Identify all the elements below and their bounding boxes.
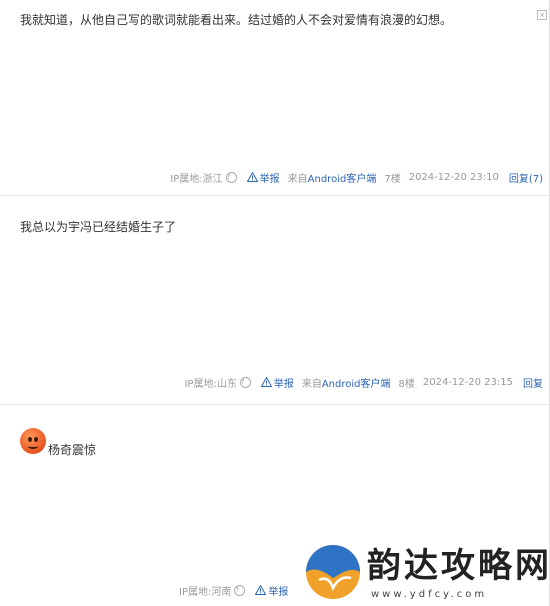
post-meta: IP属地:浙江 ? 举报 来自 Android客户端 7楼 2024-12-20 … (170, 168, 543, 186)
client-link[interactable]: Android客户端 (322, 375, 391, 390)
post-floor-7: 我就知道，从他自己写的歌词就能看出来。结过婚的人不会对爱情有浪漫的幻想。 IP属… (0, 0, 550, 195)
ip-location: IP属地:河南 (179, 586, 232, 598)
report-link[interactable]: 举报 (274, 375, 294, 390)
post-meta: IP属地:山东 ? 举报 来自 Android客户端 8楼 2024-12-20 … (184, 373, 543, 391)
avatar[interactable] (20, 427, 46, 454)
user-row: 杨奇震惊 (20, 423, 96, 458)
floor-number: 7楼 (384, 173, 401, 185)
username[interactable]: 杨奇震惊 (48, 441, 96, 458)
post-time: 2024-12-20 23:15 (422, 376, 513, 388)
report-link[interactable]: 举报 (268, 583, 288, 598)
help-icon[interactable]: ? (234, 584, 246, 596)
help-icon[interactable]: ? (225, 171, 237, 183)
watermark-url: www.ydfcy.com (371, 589, 488, 600)
post-floor-8: 我总以为宇冯已经结婚生子了 IP属地:山东 ? 举报 来自 Android客户端 … (0, 196, 550, 404)
post-content: 我就知道，从他自己写的歌词就能看出来。结过婚的人不会对爱情有浪漫的幻想。 (20, 13, 453, 27)
warning-icon (255, 585, 267, 595)
client-link[interactable]: Android客户端 (308, 170, 377, 185)
ip-location: IP属地:山东 (184, 378, 237, 390)
site-watermark: 韵达攻略网 www.ydfcy.com (305, 544, 550, 606)
client-prefix: 来自 (287, 173, 308, 185)
report-link[interactable]: 举报 (260, 170, 280, 185)
ip-location: IP属地:浙江 (170, 173, 223, 185)
reply-button[interactable]: 回复(7) (509, 170, 543, 185)
client-source: 来自 Android客户端 (288, 170, 377, 185)
watermark-logo-icon (306, 545, 360, 599)
reply-button[interactable]: 回复 (523, 375, 543, 390)
client-source: 来自 Android客户端 (302, 375, 391, 390)
warning-icon (246, 172, 258, 182)
help-icon[interactable]: ? (239, 376, 251, 388)
warning-icon (260, 377, 272, 387)
watermark-title: 韵达攻略网 (367, 546, 550, 586)
post-content: 我总以为宇冯已经结婚生子了 (20, 220, 177, 234)
post-time: 2024-12-20 23:10 (408, 171, 499, 183)
post-meta: IP属地:河南 ? 举报 (179, 581, 296, 599)
client-prefix: 来自 (301, 378, 322, 390)
floor-number: 8楼 (398, 378, 415, 390)
